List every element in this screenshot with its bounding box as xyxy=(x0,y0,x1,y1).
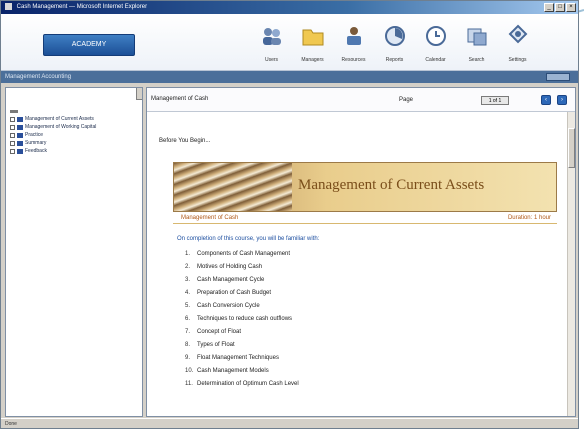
tree-item-label: Summary xyxy=(25,140,47,146)
nav-strip: Management Accounting xyxy=(1,71,578,83)
banner-image xyxy=(174,163,292,211)
tree-item[interactable]: Summary xyxy=(10,139,96,147)
search-icon xyxy=(467,28,486,46)
list-item: 10. Cash Management Models xyxy=(185,368,269,374)
browser-window: Cash Management — Microsoft Internet Exp… xyxy=(0,0,579,429)
prev-page-button[interactable]: ‹ xyxy=(541,95,551,105)
tool-label: Calendar xyxy=(425,57,446,63)
lesson-info-bar: Management of Cash Duration: 1 hour xyxy=(173,214,557,224)
expand-icon[interactable] xyxy=(10,116,15,122)
tree-item-label: Management of Working Capital xyxy=(25,124,97,130)
list-item: 4. Preparation of Cash Budget xyxy=(185,290,272,296)
book-icon xyxy=(17,132,23,138)
list-item: 1. Components of Cash Management xyxy=(185,251,291,257)
page-select[interactable]: 1 of 1 xyxy=(481,96,509,105)
expand-icon[interactable] xyxy=(10,124,15,130)
tool-label: Reports xyxy=(385,57,404,63)
list-item: 8. Types of Float xyxy=(185,342,235,348)
maximize-button[interactable]: □ xyxy=(555,3,565,12)
tool-label: Settings xyxy=(508,57,527,63)
expand-icon[interactable] xyxy=(10,148,15,154)
tool-users[interactable]: Users xyxy=(251,18,292,68)
window-title: Cash Management — Microsoft Internet Exp… xyxy=(16,4,148,10)
list-item: 2. Motives of Holding Cash xyxy=(185,264,263,270)
list-item: 5. Cash Conversion Cycle xyxy=(185,303,260,309)
list-item: 7. Concept of Float xyxy=(185,329,242,335)
lesson-duration: Duration: 1 hour xyxy=(507,215,551,221)
window-controls: _ □ × xyxy=(544,3,576,12)
app-header: ACADEMY Users Managers Resources Reports… xyxy=(1,14,578,71)
title-bar: Cash Management — Microsoft Internet Exp… xyxy=(1,1,578,14)
calendar-icon xyxy=(425,26,446,46)
list-item: 9. Float Management Techniques xyxy=(185,355,279,361)
banner-title: Management of Current Assets xyxy=(298,177,485,193)
tool-search[interactable]: Search xyxy=(456,18,497,68)
book-icon xyxy=(17,140,23,146)
tool-label: Resources xyxy=(341,57,366,63)
expand-icon[interactable] xyxy=(10,140,15,146)
lesson-title: Management of Cash xyxy=(181,215,239,221)
go-button[interactable] xyxy=(546,73,570,81)
tool-label: Managers xyxy=(301,57,324,63)
tree-item-label: Practice xyxy=(25,132,44,138)
page-label: Page xyxy=(399,97,414,103)
tool-reports[interactable]: Reports xyxy=(374,18,415,68)
users-icon xyxy=(262,28,281,45)
nav-strip-text: Management Accounting xyxy=(5,74,72,80)
settings-icon xyxy=(508,24,527,44)
tool-label: Users xyxy=(264,57,279,63)
vertical-scrollbar[interactable] xyxy=(567,112,575,416)
tool-managers[interactable]: Managers xyxy=(292,18,333,68)
folder-icon xyxy=(302,29,323,46)
tree-item[interactable]: Management of Working Capital xyxy=(10,123,96,131)
list-item: 11. Determination of Optimum Cash Level xyxy=(185,381,299,387)
app-logo[interactable]: ACADEMY xyxy=(43,34,135,56)
content-header: Management of Cash Page 1 of 1 ‹ › xyxy=(147,88,575,112)
scrollbar-thumb[interactable] xyxy=(568,128,575,168)
tool-calendar[interactable]: Calendar xyxy=(415,18,456,68)
content-panel: Management of Cash Page 1 of 1 ‹ › Befor… xyxy=(146,87,576,417)
tool-label: Search xyxy=(468,57,485,63)
list-item: 6. Techniques to reduce cash outflows xyxy=(185,316,293,322)
book-icon xyxy=(17,116,23,122)
breadcrumb: Management of Cash xyxy=(151,96,209,102)
close-button[interactable]: × xyxy=(566,3,576,12)
tree-item[interactable]: Practice xyxy=(10,131,96,139)
reports-icon xyxy=(384,26,405,46)
resources-icon xyxy=(346,27,361,45)
panel-collapse-handle[interactable] xyxy=(136,88,142,100)
course-tree: Management of Current Assets Management … xyxy=(10,110,96,155)
objectives-list: 1. Components of Cash Management 2. Motive… xyxy=(185,251,299,394)
tree-root[interactable] xyxy=(10,110,18,113)
next-page-button[interactable]: › xyxy=(557,95,567,105)
status-bar: Done xyxy=(1,418,578,428)
before-you-begin: Before You Begin... xyxy=(159,138,211,144)
course-banner: Management of Current Assets xyxy=(173,162,557,212)
tree-item[interactable]: Feedback xyxy=(10,147,96,155)
status-text: Done xyxy=(5,421,17,427)
objectives-intro: On completion of this course, you will b… xyxy=(177,236,320,242)
expand-icon[interactable] xyxy=(10,132,15,138)
main-toolbar: Users Managers Resources Reports Calenda… xyxy=(251,18,538,68)
book-icon xyxy=(17,148,23,154)
ie-icon xyxy=(5,2,12,10)
book-icon xyxy=(17,124,23,130)
minimize-button[interactable]: _ xyxy=(544,3,554,12)
tree-item-label: Feedback xyxy=(25,148,47,154)
tree-item[interactable]: Management of Current Assets xyxy=(10,115,96,123)
tool-settings[interactable]: Settings xyxy=(497,18,538,68)
list-item: 3. Cash Management Cycle xyxy=(185,277,265,283)
course-tree-panel: Management of Current Assets Management … xyxy=(5,87,143,417)
tree-item-label: Management of Current Assets xyxy=(25,116,94,122)
tool-resources[interactable]: Resources xyxy=(333,18,374,68)
